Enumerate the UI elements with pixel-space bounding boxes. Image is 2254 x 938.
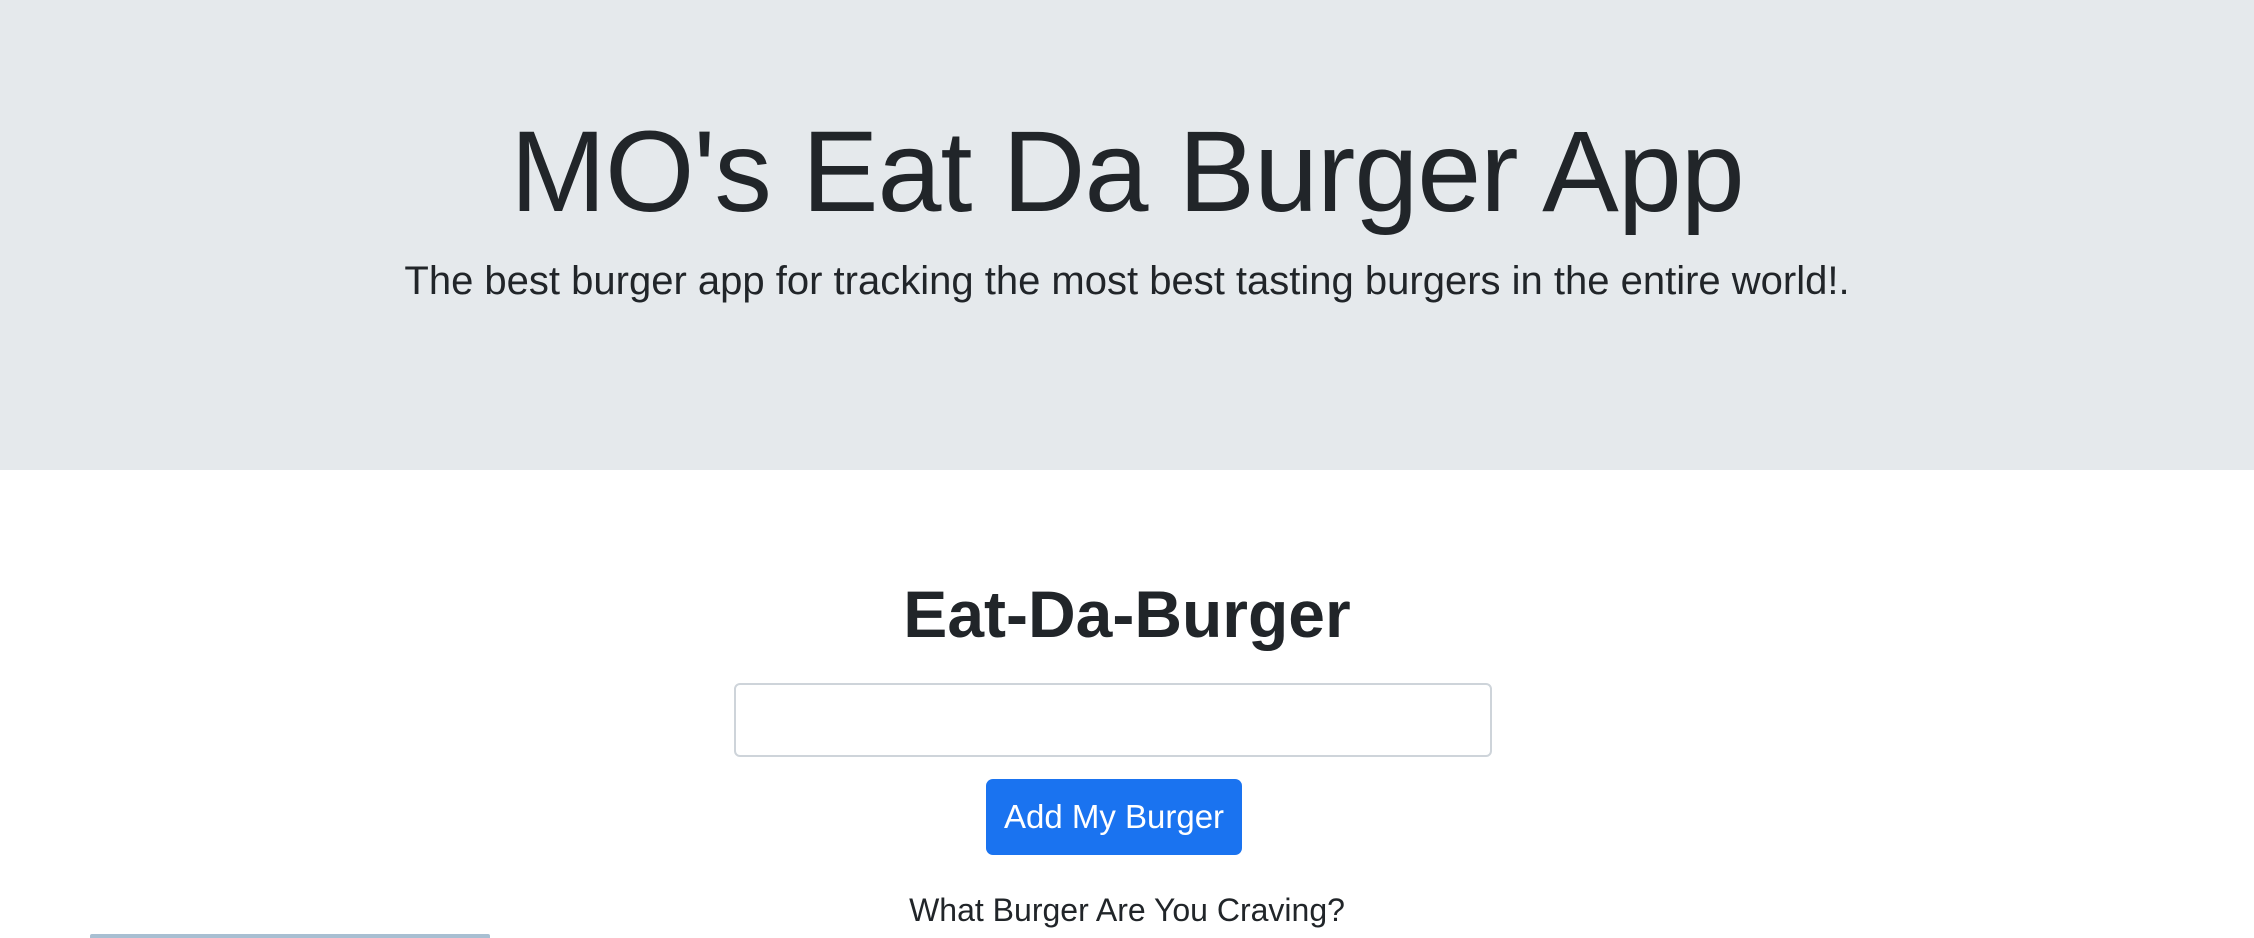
app-tagline: The best burger app for tracking the mos…	[404, 259, 1850, 303]
form-heading: Eat-Da-Burger	[903, 577, 1351, 651]
add-burger-button[interactable]: Add My Burger	[986, 779, 1242, 855]
craving-prompt: What Burger Are You Craving?	[909, 892, 1345, 928]
burger-list-card	[90, 934, 490, 938]
jumbotron-header: MO's Eat Da Burger App The best burger a…	[0, 0, 2254, 470]
burger-name-input[interactable]	[734, 683, 1492, 757]
app-title: MO's Eat Da Burger App	[510, 108, 1745, 236]
